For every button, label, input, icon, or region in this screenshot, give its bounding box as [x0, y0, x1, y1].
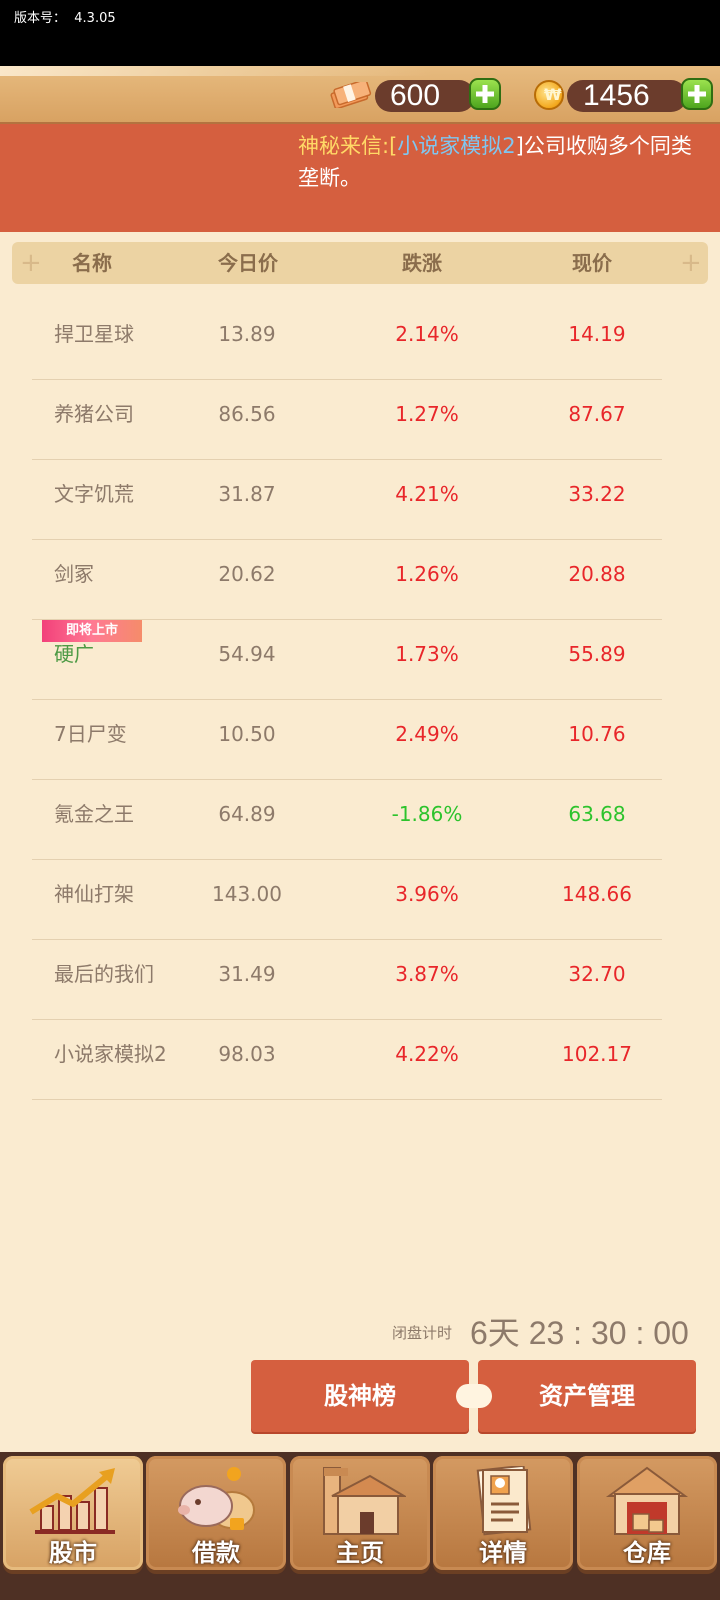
- piggy-bank-icon: [178, 1467, 255, 1530]
- stock-name: 捍卫星球: [54, 322, 134, 346]
- tab-label: 详情: [479, 1539, 527, 1567]
- stock-row[interactable]: 氪金之王 64.89 -1.86% 63.68: [32, 780, 662, 860]
- stock-change: -1.86%: [391, 802, 463, 826]
- sparkle-icon: +: [680, 248, 702, 278]
- stock-change: 2.14%: [395, 322, 459, 346]
- stock-name: 小说家模拟2: [54, 1042, 167, 1066]
- stock-current-price: 63.68: [568, 802, 626, 826]
- stock-today-price: 20.62: [218, 562, 276, 586]
- tab-label: 借款: [192, 1539, 240, 1567]
- stock-current-price: 20.88: [568, 562, 626, 586]
- stock-change: 1.73%: [395, 642, 459, 666]
- warehouse-icon: [605, 1466, 689, 1535]
- asset-management-button[interactable]: 资产管理: [478, 1360, 696, 1432]
- header-name: 名称: [72, 251, 112, 275]
- stock-name: 7日尸变: [54, 722, 127, 746]
- stock-name: 养猪公司: [54, 402, 134, 426]
- stock-name: 剑冢: [54, 562, 94, 586]
- stock-list: 捍卫星球 13.89 2.14% 14.19 养猪公司 86.56 1.27% …: [32, 300, 662, 1100]
- coin-icon: ₩: [534, 80, 564, 110]
- sparkle-icon: +: [20, 248, 42, 278]
- house-icon: [323, 1467, 406, 1535]
- tab-stock-market[interactable]: 股市: [3, 1456, 143, 1570]
- resource-bar: 600 ₩ 1456: [0, 66, 720, 125]
- news-message: 神秘来信:[小说家模拟2]公司收购多个同类 垄断。: [298, 134, 692, 190]
- status-bar: 版本号： 4.3.05: [0, 0, 720, 66]
- tab-label: 主页: [336, 1539, 384, 1567]
- stock-current-price: 87.67: [568, 402, 626, 426]
- stock-current-price: 55.89: [568, 642, 626, 666]
- stock-row[interactable]: 小说家模拟2 98.03 4.22% 102.17: [32, 1020, 662, 1100]
- stock-current-price: 148.66: [562, 882, 632, 906]
- add-cash-button[interactable]: [469, 78, 501, 110]
- stock-row[interactable]: 即将上市 硬广 54.94 1.73% 55.89: [32, 620, 662, 700]
- stock-current-price: 33.22: [568, 482, 626, 506]
- chart-icon: [29, 1468, 115, 1534]
- stock-row[interactable]: 7日尸变 10.50 2.49% 10.76: [32, 700, 662, 780]
- stock-today-price: 54.94: [218, 642, 276, 666]
- cash-value: 600: [390, 79, 441, 112]
- stock-today-price: 64.89: [218, 802, 276, 826]
- tab-loan[interactable]: 借款: [146, 1456, 286, 1570]
- stock-current-price: 10.76: [568, 722, 626, 746]
- tab-label: 股市: [49, 1539, 97, 1567]
- tab-details[interactable]: 详情: [433, 1456, 573, 1570]
- profile-doc-icon: [476, 1466, 532, 1536]
- stock-change: 4.22%: [395, 1042, 459, 1066]
- stock-today-price: 31.87: [218, 482, 276, 506]
- stock-name: 硬广: [54, 642, 94, 666]
- stock-change: 1.26%: [395, 562, 459, 586]
- stock-today-price: 13.89: [218, 322, 276, 346]
- stock-change: 4.21%: [395, 482, 459, 506]
- countdown-label: 闭盘计时: [392, 1324, 453, 1342]
- countdown-value: 6天 23 : 30 : 00: [470, 1315, 689, 1351]
- stock-row[interactable]: 神仙打架 143.00 3.96% 148.66: [32, 860, 662, 940]
- version-text: 版本号： 4.3.05: [14, 11, 116, 26]
- stock-current-price: 14.19: [568, 322, 626, 346]
- decorative-swoosh: [0, 66, 720, 76]
- stock-today-price: 143.00: [212, 882, 282, 906]
- stock-today-price: 10.50: [218, 722, 276, 746]
- stock-row[interactable]: 养猪公司 86.56 1.27% 87.67: [32, 380, 662, 460]
- stock-change: 2.49%: [395, 722, 459, 746]
- cash-icon: [330, 82, 372, 108]
- stock-row[interactable]: 最后的我们 31.49 3.87% 32.70: [32, 940, 662, 1020]
- stock-today-price: 86.56: [218, 402, 276, 426]
- tab-warehouse[interactable]: 仓库: [577, 1456, 717, 1570]
- coin-value: 1456: [583, 79, 650, 112]
- stock-current-price: 102.17: [562, 1042, 632, 1066]
- stock-change: 1.27%: [395, 402, 459, 426]
- stock-name: 神仙打架: [54, 882, 134, 906]
- stock-name: 最后的我们: [54, 962, 154, 986]
- stock-row[interactable]: 文字饥荒 31.87 4.21% 33.22: [32, 460, 662, 540]
- tab-label: 仓库: [623, 1539, 671, 1567]
- stock-change: 3.96%: [395, 882, 459, 906]
- stock-change: 3.87%: [395, 962, 459, 986]
- header-current-price: 现价: [572, 251, 612, 275]
- stock-today-price: 31.49: [218, 962, 276, 986]
- stock-name: 氪金之王: [54, 802, 134, 826]
- stock-row[interactable]: 剑冢 20.62 1.26% 20.88: [32, 540, 662, 620]
- stock-row[interactable]: 捍卫星球 13.89 2.14% 14.19: [32, 300, 662, 380]
- header-today-price: 今日价: [218, 251, 278, 275]
- stock-current-price: 32.70: [568, 962, 626, 986]
- tab-home[interactable]: 主页: [290, 1456, 430, 1570]
- stock-table-header: + 名称 今日价 跌涨 现价 +: [12, 242, 708, 284]
- news-ticker: 神秘来信:[小说家模拟2]公司收购多个同类 垄断。: [0, 124, 720, 232]
- stock-today-price: 98.03: [218, 1042, 276, 1066]
- add-coins-button[interactable]: [681, 78, 713, 110]
- header-change: 跌涨: [402, 251, 442, 275]
- leaderboard-button[interactable]: 股神榜: [251, 1360, 469, 1432]
- stock-name: 文字饥荒: [54, 482, 134, 506]
- button-connector: [456, 1384, 492, 1408]
